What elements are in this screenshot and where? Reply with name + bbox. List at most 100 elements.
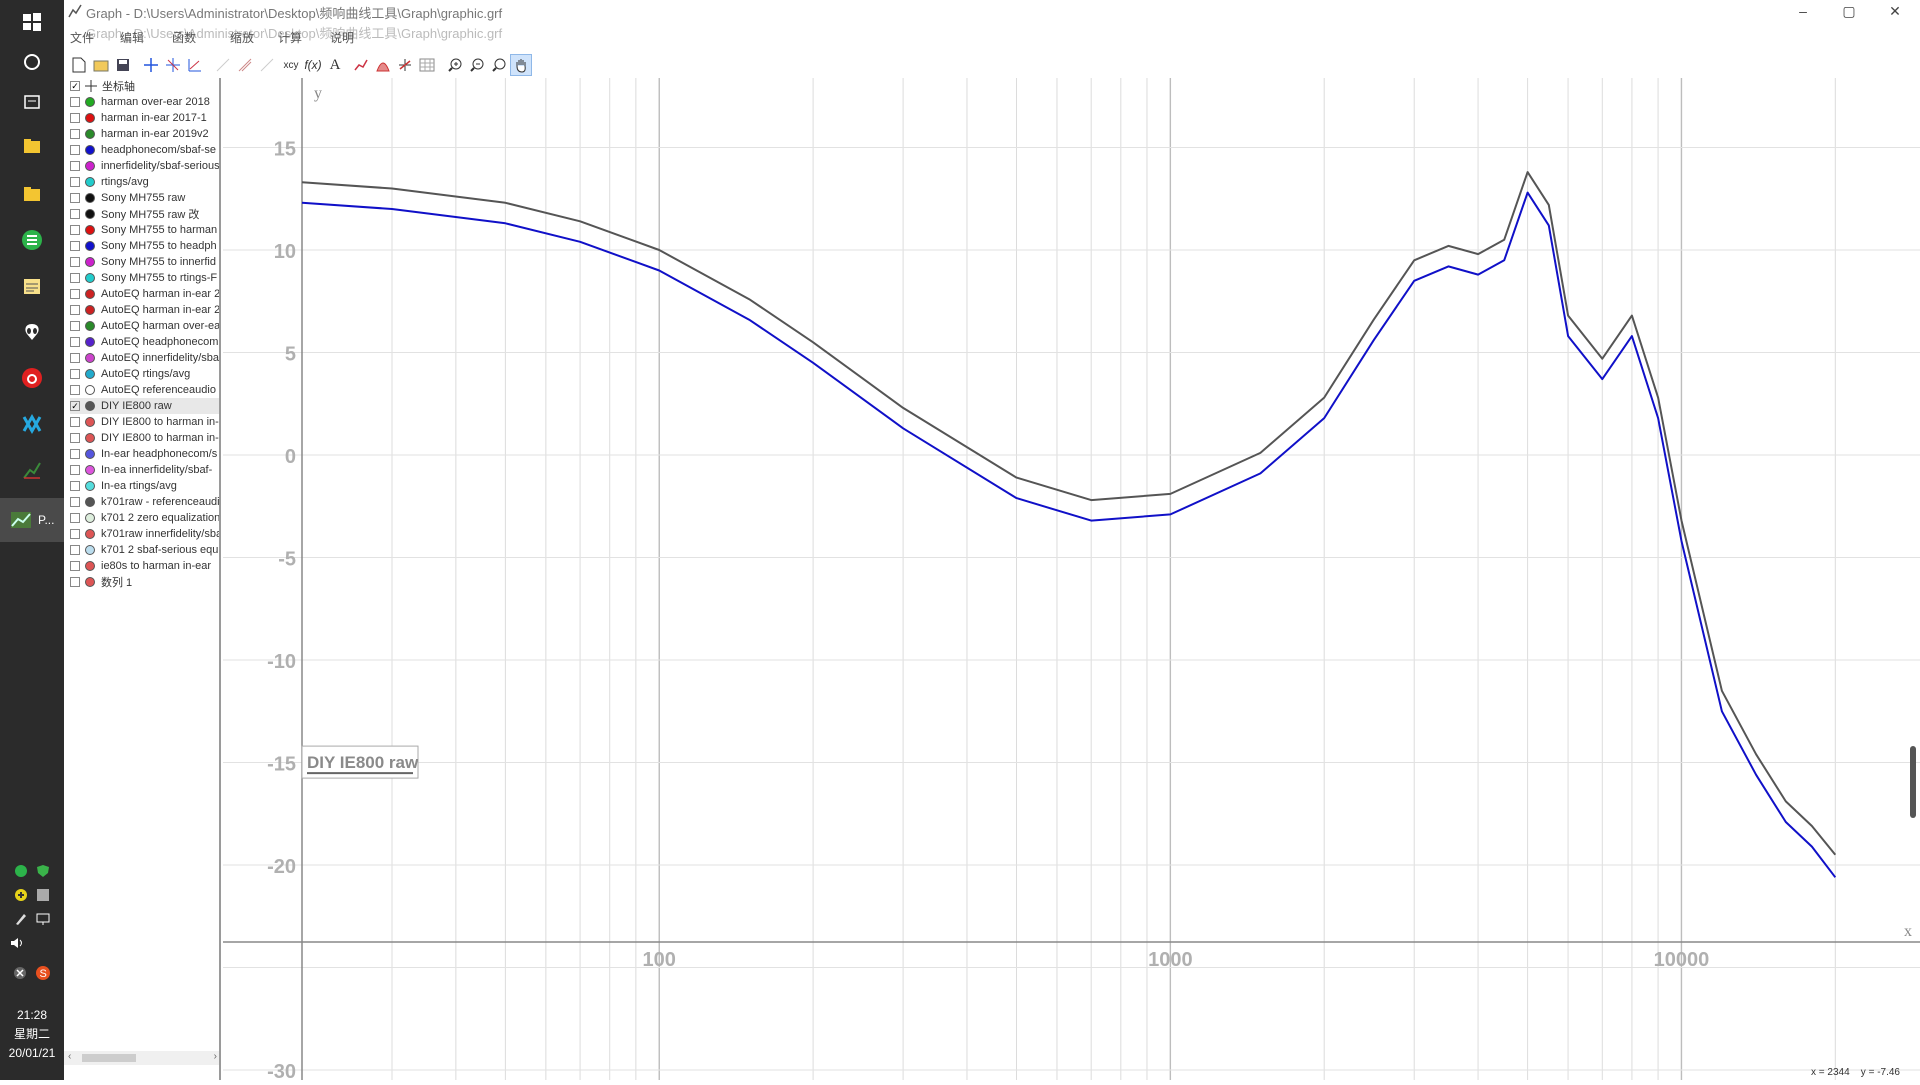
function-list-item[interactable]: In-ear headphonecom/s <box>70 446 219 462</box>
function-list-item[interactable]: In-ea innerfidelity/sbaf- <box>70 462 219 478</box>
menu-file[interactable]: 文件 <box>70 29 94 46</box>
maximize-button[interactable]: ▢ <box>1826 0 1872 24</box>
open-folder-icon[interactable] <box>90 54 112 76</box>
function-list-item[interactable]: Sony MH755 to rtings-F <box>70 270 219 286</box>
plot-vertical-scrollbar[interactable] <box>1910 746 1916 818</box>
graph-plot-area[interactable]: 15 10 5 0 -5 -10 -15 -20 -30 100 1000 10000 y x DIY IE… <box>223 78 1920 1083</box>
tray-plus-icon[interactable] <box>14 888 28 907</box>
visibility-checkbox[interactable] <box>70 417 80 427</box>
function-list-item[interactable]: Sony MH755 to innerfid <box>70 254 219 270</box>
menu-function[interactable]: 函数 <box>172 29 196 46</box>
visibility-checkbox[interactable] <box>70 97 80 107</box>
area-icon[interactable] <box>372 54 394 76</box>
function-list-item[interactable]: Sony MH755 raw <box>70 190 219 206</box>
visibility-checkbox[interactable] <box>70 321 80 331</box>
zoom-in-icon[interactable] <box>444 54 466 76</box>
graph-app-icon[interactable] <box>0 448 64 492</box>
function-list-item[interactable]: Sony MH755 to headph <box>70 238 219 254</box>
visibility-checkbox[interactable] <box>70 257 80 267</box>
function-list-item[interactable]: AutoEQ harman in-ear 2 <box>70 302 219 318</box>
visibility-checkbox[interactable] <box>70 497 80 507</box>
visibility-checkbox[interactable] <box>70 289 80 299</box>
search-circle-icon[interactable] <box>0 40 64 84</box>
windows-start-icon[interactable] <box>0 0 64 44</box>
visibility-checkbox[interactable] <box>70 305 80 315</box>
function-list-item[interactable]: ✓ DIY IE800 raw <box>70 398 219 414</box>
visibility-checkbox[interactable] <box>70 449 80 459</box>
trendline-icon[interactable] <box>350 54 372 76</box>
visibility-checkbox[interactable] <box>70 209 80 219</box>
function-list-item[interactable]: k701raw - referenceaudi <box>70 494 219 510</box>
function-list-item[interactable]: harman over-ear 2018 <box>70 94 219 110</box>
menu-zoom[interactable]: 缩放 <box>230 29 254 46</box>
grid-axes-icon[interactable] <box>162 54 184 76</box>
visibility-checkbox[interactable] <box>70 481 80 491</box>
visibility-checkbox[interactable] <box>70 545 80 555</box>
tray-monitor-icon[interactable] <box>36 912 50 931</box>
axes-icon[interactable] <box>140 54 162 76</box>
taskbar-clock[interactable]: 21:28 星期二 20/01/21 <box>0 1006 64 1063</box>
function-list-item[interactable]: Sony MH755 to harman <box>70 222 219 238</box>
visibility-checkbox[interactable] <box>70 225 80 235</box>
function-list-item[interactable]: k701 2 sbaf-serious equ <box>70 542 219 558</box>
scroll-right-arrow-icon[interactable]: › <box>214 1051 217 1062</box>
visibility-checkbox[interactable] <box>70 273 80 283</box>
tray-shield-icon[interactable] <box>36 864 50 883</box>
tray-close-icon[interactable] <box>13 966 27 985</box>
menu-calc[interactable]: 计算 <box>278 29 302 46</box>
tray-green-icon[interactable] <box>14 864 28 883</box>
netease-music-icon[interactable] <box>0 356 64 400</box>
function-list-item[interactable]: AutoEQ harman over-ea <box>70 318 219 334</box>
insert-label-icon[interactable]: A <box>324 54 346 76</box>
visibility-checkbox[interactable] <box>70 369 80 379</box>
zoom-out-icon[interactable] <box>466 54 488 76</box>
visibility-checkbox[interactable]: ✓ <box>70 401 80 411</box>
evaluate-icon[interactable] <box>394 54 416 76</box>
function-list-item[interactable]: AutoEQ headphonecom <box>70 334 219 350</box>
close-button[interactable]: ✕ <box>1872 0 1918 24</box>
menu-edit[interactable]: 编辑 <box>120 29 144 46</box>
visibility-checkbox[interactable] <box>70 337 80 347</box>
visibility-checkbox[interactable] <box>70 129 80 139</box>
visibility-checkbox[interactable] <box>70 385 80 395</box>
function-list-item[interactable]: DIY IE800 to harman in- <box>70 414 219 430</box>
axes-item[interactable]: ✓ 坐标轴 <box>70 78 219 94</box>
function-list-item[interactable]: AutoEQ harman in-ear 2 <box>70 286 219 302</box>
function-list-item[interactable]: AutoEQ rtings/avg <box>70 366 219 382</box>
table-icon[interactable] <box>416 54 438 76</box>
minimize-button[interactable]: – <box>1780 0 1826 24</box>
visibility-checkbox[interactable] <box>70 433 80 443</box>
insert-function-icon[interactable] <box>212 54 234 76</box>
visibility-checkbox[interactable] <box>70 177 80 187</box>
function-list-item[interactable]: Sony MH755 raw 改 <box>70 206 219 222</box>
insert-tangent-icon[interactable] <box>234 54 256 76</box>
alien-app-icon[interactable] <box>0 310 64 354</box>
pan-hand-icon[interactable] <box>510 54 532 76</box>
function-list-item[interactable]: 数列 1 <box>70 574 219 590</box>
scrollbar-thumb[interactable] <box>82 1054 136 1062</box>
function-list-item[interactable]: k701raw innerfidelity/sba <box>70 526 219 542</box>
visibility-checkbox[interactable] <box>70 561 80 571</box>
visibility-checkbox[interactable] <box>70 241 80 251</box>
function-list-item[interactable]: In-ea rtings/avg <box>70 478 219 494</box>
function-list-item[interactable]: DIY IE800 to harman in- <box>70 430 219 446</box>
function-list-item[interactable]: AutoEQ referenceaudio <box>70 382 219 398</box>
axes-checkbox[interactable]: ✓ <box>70 81 80 91</box>
function-list-item[interactable]: harman in-ear 2017-1 <box>70 110 219 126</box>
function-list-item[interactable]: rtings/avg <box>70 174 219 190</box>
visibility-checkbox[interactable] <box>70 577 80 587</box>
visibility-checkbox[interactable] <box>70 529 80 539</box>
plot-icon[interactable] <box>184 54 206 76</box>
task-view-icon[interactable] <box>0 80 64 124</box>
notepad-icon[interactable] <box>0 264 64 308</box>
folder-icon[interactable] <box>0 172 64 216</box>
folder-icon[interactable] <box>0 124 64 168</box>
custom-function-icon[interactable]: f(x) <box>302 54 324 76</box>
visibility-checkbox[interactable] <box>70 145 80 155</box>
sogou-input-icon[interactable]: S <box>35 965 51 986</box>
visibility-checkbox[interactable] <box>70 465 80 475</box>
volume-icon[interactable] <box>10 936 24 955</box>
zoom-fit-icon[interactable] <box>488 54 510 76</box>
graph-taskbar-button[interactable]: P... <box>0 498 64 542</box>
scroll-left-arrow-icon[interactable]: ‹ <box>68 1051 71 1062</box>
